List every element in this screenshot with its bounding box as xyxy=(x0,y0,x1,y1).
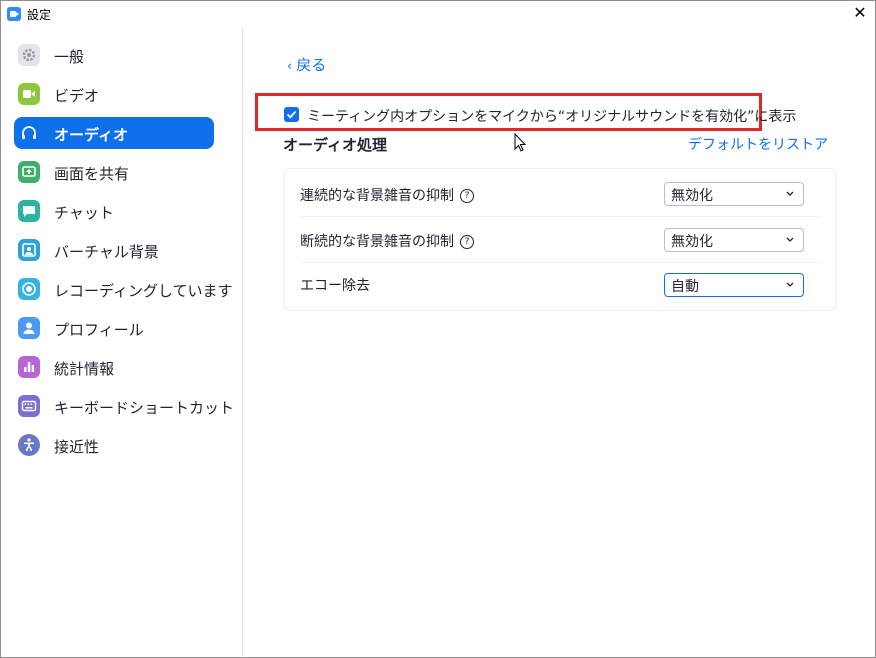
setting-label-text: エコー除去 xyxy=(300,278,370,294)
keyboard-icon xyxy=(18,395,40,417)
zoom-app-icon xyxy=(7,7,21,21)
sidebar-item-keyboard-shortcuts[interactable]: キーボードショートカット xyxy=(14,390,234,422)
headphones-icon xyxy=(18,122,40,144)
setting-row-label: 断続的な背景雑音の抑制? xyxy=(300,231,474,251)
sidebar-item-label: キーボードショートカット xyxy=(54,399,235,417)
section-title: オーディオ処理 xyxy=(283,136,387,154)
close-button[interactable]: ✕ xyxy=(845,1,875,27)
sidebar-item-label: 統計情報 xyxy=(54,360,115,378)
chevron-down-icon xyxy=(786,282,794,287)
restore-defaults-link[interactable]: デフォルトをリストア xyxy=(688,134,828,154)
setting-label-text: 断続的な背景雑音の抑制 xyxy=(300,234,454,250)
accessibility-icon xyxy=(18,434,40,456)
share-screen-icon xyxy=(18,161,40,183)
chat-icon xyxy=(18,200,40,222)
sidebar-item-label: オーディオ xyxy=(54,126,128,144)
statistics-icon xyxy=(18,356,40,378)
sidebar-item-recording[interactable]: レコーディングしています xyxy=(14,273,233,305)
sidebar-item-label: プロフィール xyxy=(54,321,144,339)
sidebar-item-chat[interactable]: チャット xyxy=(14,195,214,227)
chevron-left-icon: ‹ xyxy=(287,59,293,74)
sidebar-item-label: バーチャル背景 xyxy=(54,243,159,261)
divider xyxy=(300,216,819,217)
back-link[interactable]: ‹ 戻る xyxy=(287,54,326,75)
persistent-noise-select[interactable]: 無効化 xyxy=(664,182,804,206)
title-bar: 設定 ✕ xyxy=(1,1,875,27)
original-sound-checkbox-label: ミーティング内オプションをマイクから“オリジナルサウンドを有効化”に表示 xyxy=(307,109,797,125)
sidebar-item-audio[interactable]: オーディオ xyxy=(14,117,214,149)
echo-cancellation-select[interactable]: 自動 xyxy=(664,273,804,297)
setting-row-label: 連続的な背景雑音の抑制? xyxy=(300,185,474,205)
checkmark-icon xyxy=(286,110,297,119)
audio-processing-card: 連続的な背景雑音の抑制? 無効化 断続的な背景雑音の抑制? 無効化 エコー除去 … xyxy=(283,168,837,311)
sidebar-item-profile[interactable]: プロフィール xyxy=(14,312,214,344)
settings-content: ‹ 戻る ミーティング内オプションをマイクから“オリジナルサウンドを有効化”に表示… xyxy=(243,27,875,657)
gear-icon xyxy=(18,44,40,66)
recording-icon xyxy=(18,278,40,300)
divider xyxy=(300,262,819,263)
sidebar-item-video[interactable]: ビデオ xyxy=(14,78,214,110)
sidebar-item-label: 一般 xyxy=(54,48,85,66)
select-value: 自動 xyxy=(671,279,699,295)
settings-window: 設定 ✕ 一般 ビデオ オーディオ 画面を共有 チャット バーチャル背景 レコー… xyxy=(0,0,876,658)
virtual-background-icon xyxy=(18,239,40,261)
back-label: 戻る xyxy=(296,56,327,74)
profile-icon xyxy=(18,317,40,339)
setting-label-text: 連続的な背景雑音の抑制 xyxy=(300,188,454,204)
setting-row-label: エコー除去 xyxy=(300,275,370,295)
sidebar-item-label: 画面を共有 xyxy=(54,165,130,183)
select-value: 無効化 xyxy=(671,234,713,250)
window-title: 設定 xyxy=(27,8,52,22)
select-value: 無効化 xyxy=(671,188,713,204)
sidebar-item-label: ビデオ xyxy=(54,87,100,105)
sidebar-item-general[interactable]: 一般 xyxy=(14,39,214,71)
original-sound-checkbox[interactable] xyxy=(284,107,299,122)
sidebar-item-label: レコーディングしています xyxy=(54,282,233,300)
chevron-down-icon xyxy=(786,191,794,196)
sidebar-item-label: チャット xyxy=(54,204,114,222)
video-icon xyxy=(18,83,40,105)
mouse-cursor-icon xyxy=(514,133,527,152)
sidebar-item-virtual-background[interactable]: バーチャル背景 xyxy=(14,234,214,266)
intermittent-noise-select[interactable]: 無効化 xyxy=(664,228,804,252)
sidebar-item-accessibility[interactable]: 接近性 xyxy=(14,429,214,461)
sidebar-item-share-screen[interactable]: 画面を共有 xyxy=(14,156,214,188)
sidebar-item-statistics[interactable]: 統計情報 xyxy=(14,351,214,383)
help-icon[interactable]: ? xyxy=(460,235,474,249)
help-icon[interactable]: ? xyxy=(460,189,474,203)
chevron-down-icon xyxy=(786,237,794,242)
settings-sidebar: 一般 ビデオ オーディオ 画面を共有 チャット バーチャル背景 レコーディングし… xyxy=(1,27,243,657)
sidebar-item-label: 接近性 xyxy=(54,438,100,456)
